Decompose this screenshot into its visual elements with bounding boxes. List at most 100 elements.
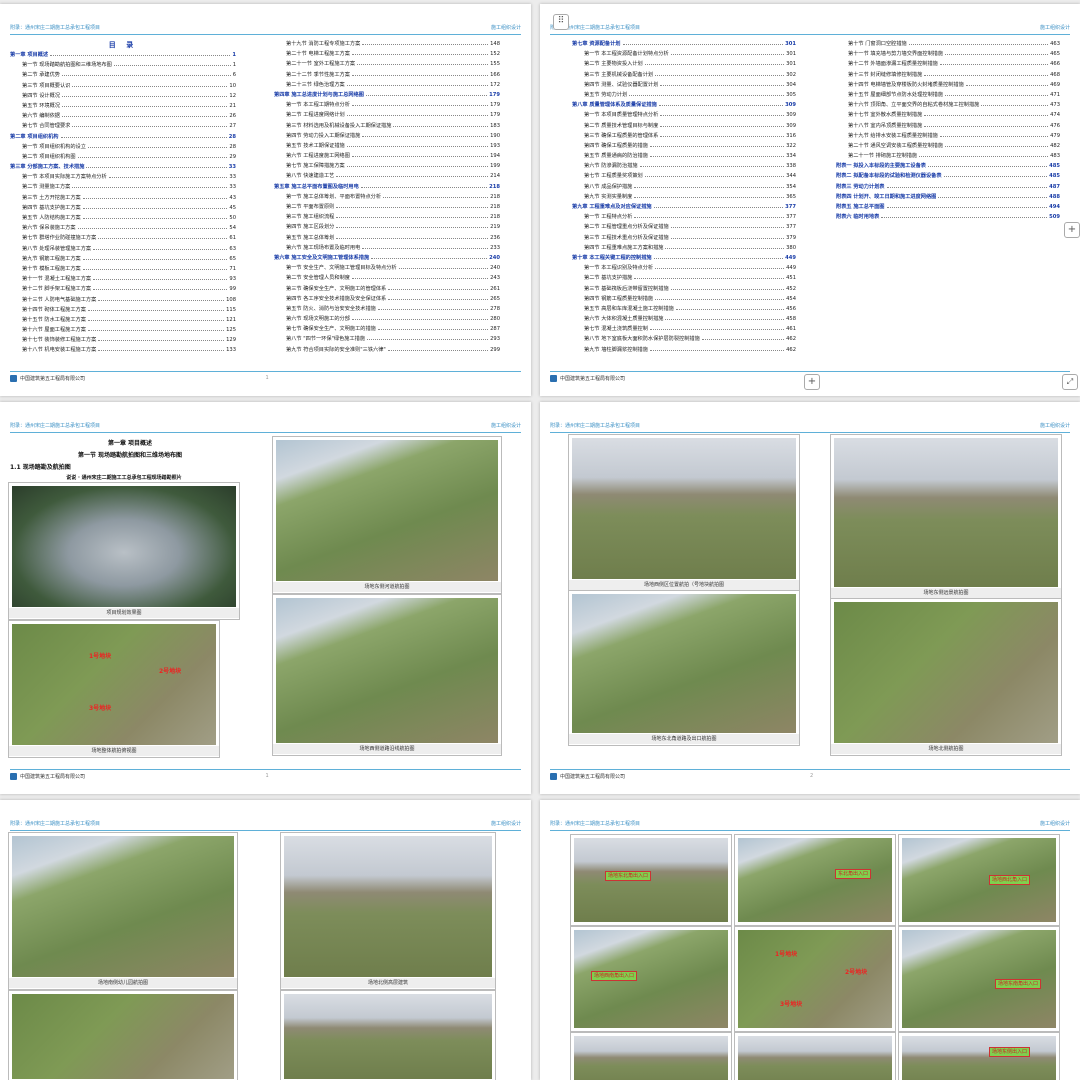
toc-section-entry[interactable]: 第三节 基础筏板后浇带留置控制措施 452 (572, 285, 796, 295)
toc-section-entry[interactable]: 第十七节 室外散水质量控制措施 474 (836, 111, 1060, 121)
toc-section-entry[interactable]: 第九节 墙柱脚漏浆控制措施 462 (572, 346, 796, 356)
toc-section-entry[interactable]: 第八节 地下室底板大面积防水保护层防裂控制措施 462 (572, 335, 796, 345)
toc-section-entry[interactable]: 第五节 高层和车库混凝土施工控制措施 456 (572, 305, 796, 315)
toc-section-entry[interactable]: 第六节 防渗漏防治措施 338 (572, 162, 796, 172)
toc-section-entry[interactable]: 第十四节 电梯墙管及穿楼板防火封堵质量控制措施 469 (836, 81, 1060, 91)
toc-section-entry[interactable]: 第十二节 外墙面渗漏工程质量控制措施 466 (836, 60, 1060, 70)
toc-section-entry[interactable]: 第八节 "四节一环保"绿色施工措施 293 (274, 335, 500, 345)
toc-section-entry[interactable]: 第五节 劳动力计划 305 (572, 91, 796, 101)
toc-section-entry[interactable]: 第一节 工程特点分析 377 (572, 213, 796, 223)
toc-section-entry[interactable]: 第一节 安全生产、文明施工管理目标及特点分析 240 (274, 264, 500, 274)
toc-section-entry[interactable]: 第四节 各工序安全技术措施及安全保证体系 265 (274, 295, 500, 305)
toc-section-entry[interactable]: 第十九节 消防工程专项施工方案 148 (274, 40, 500, 50)
toc-chapter-entry[interactable]: 附表六 临时用地表 509 (836, 213, 1060, 223)
toc-section-entry[interactable]: 第二节 项目组织机构图 29 (10, 153, 236, 163)
toc-section-entry[interactable]: 第八节 处理吊装管理施工方案 63 (10, 245, 236, 255)
toc-section-entry[interactable]: 第二十二节 季节性施工方案 166 (274, 71, 500, 81)
toc-section-entry[interactable]: 第二节 平面布置原则 218 (274, 203, 500, 213)
toc-section-entry[interactable]: 第一节 项目组织机构的设立 28 (10, 143, 236, 153)
toc-section-entry[interactable]: 第三节 工程技术重点分析及保证措施 379 (572, 234, 796, 244)
toc-section-entry[interactable]: 第十七节 装饰装修工程施工方案 129 (10, 336, 236, 346)
toc-section-entry[interactable]: 第二十一节 排砌施工控制措施 483 (836, 152, 1060, 162)
toc-chapter-entry[interactable]: 第十章 本工程关键工程的控制措施 449 (572, 254, 796, 264)
toc-section-entry[interactable]: 第二节 测量施工方案 33 (10, 183, 236, 193)
toc-section-entry[interactable]: 第九节 实测实量制度 365 (572, 193, 796, 203)
toc-section-entry[interactable]: 第五节 人防结构施工方案 50 (10, 214, 236, 224)
toc-section-entry[interactable]: 第二十节 电梯工程施工方案 152 (274, 50, 500, 60)
toc-chapter-entry[interactable]: 第九章 工程重难点及对应保证措施 377 (572, 203, 796, 213)
toc-chapter-entry[interactable]: 附表五 施工总平面图 494 (836, 203, 1060, 213)
toc-section-entry[interactable]: 第二节 主要物资投入计划 301 (572, 60, 796, 70)
toc-section-entry[interactable]: 第十三节 人防电气基础施工方案 108 (10, 296, 236, 306)
toc-section-entry[interactable]: 第二节 安全管理人员和制度 243 (274, 274, 500, 284)
toc-section-entry[interactable]: 第七节 施工保障措施方案 199 (274, 162, 500, 172)
toc-chapter-entry[interactable]: 第二章 项目组织机构 28 (10, 133, 236, 143)
toc-section-entry[interactable]: 第八节 成品保护措施 354 (572, 183, 796, 193)
toc-chapter-entry[interactable]: 第七章 资源配备计划 301 (572, 40, 796, 50)
toc-section-entry[interactable]: 第四节 设计概况 12 (10, 92, 236, 102)
toc-section-entry[interactable]: 第七节 合同管理要求 27 (10, 122, 236, 132)
toc-section-entry[interactable]: 第五节 质量通病的防治措施 334 (572, 152, 796, 162)
toc-section-entry[interactable]: 第二节 工程进度网络计划 179 (274, 111, 500, 121)
toc-section-entry[interactable]: 第七节 工程质量奖项策划 344 (572, 172, 796, 182)
toc-section-entry[interactable]: 第三节 材料选用及机械设备投入工期保证措施 183 (274, 122, 500, 132)
toc-section-entry[interactable]: 第五节 防火、消防与治安安全技术措施 278 (274, 305, 500, 315)
toc-section-entry[interactable]: 第三节 主要机械设备配备计划 302 (572, 71, 796, 81)
toc-chapter-entry[interactable]: 第五章 施工总平面布置图及临时用电 218 (274, 183, 500, 193)
toc-chapter-entry[interactable]: 附表四 计划开、竣工日期和施工进度网络图 488 (836, 193, 1060, 203)
toc-section-entry[interactable]: 第二十一节 室外工程施工方案 155 (274, 60, 500, 70)
toc-section-entry[interactable]: 第三节 确保安全生产、文明施工的管理体系 261 (274, 285, 500, 295)
toc-chapter-entry[interactable]: 附表一 拟投入本标段的主要施工设备表 485 (836, 162, 1060, 172)
toc-section-entry[interactable]: 第一节 本项目实际施工方案特点分析 33 (10, 173, 236, 183)
toc-section-entry[interactable]: 第二节 承建优势 6 (10, 71, 236, 81)
toc-section-entry[interactable]: 第六节 施工现场布置及临时用电 233 (274, 244, 500, 254)
toc-chapter-entry[interactable]: 第八章 质量管理体系及质量保证措施 309 (572, 101, 796, 111)
toc-section-entry[interactable]: 第一节 施工总体筹划、平面布置特点分析 218 (274, 193, 500, 203)
toc-section-entry[interactable]: 第十节 门窗洞口空腔措施 463 (836, 40, 1060, 50)
toc-section-entry[interactable]: 第三节 施工组织流程 218 (274, 213, 500, 223)
toc-chapter-entry[interactable]: 第三章 分部施工方案、技术措施 33 (10, 163, 236, 173)
toc-section-entry[interactable]: 第十八节 室内吊顶质量控制措施 476 (836, 122, 1060, 132)
toc-section-entry[interactable]: 第七节 混凝土浇筑质量控制 461 (572, 325, 796, 335)
toc-section-entry[interactable]: 第二节 质量技术管理目标与制度 309 (572, 122, 796, 132)
toc-section-entry[interactable]: 第十九节 给排水安装工程质量控制措施 479 (836, 132, 1060, 142)
toc-section-entry[interactable]: 第十节 模板工程施工方案 71 (10, 265, 236, 275)
fit-view-button[interactable]: ⤢ (1062, 374, 1078, 390)
toc-section-entry[interactable]: 第十一节 混凝土工程施工方案 93 (10, 275, 236, 285)
add-button[interactable]: + (1064, 222, 1080, 238)
toc-section-entry[interactable]: 第六节 编制依据 26 (10, 112, 236, 122)
toc-section-entry[interactable]: 第十五节 屋面细部节点防水处理控制措施 471 (836, 91, 1060, 101)
toc-section-entry[interactable]: 第三节 项目概要认识 10 (10, 82, 236, 92)
toc-chapter-entry[interactable]: 第一章 项目概述 1 (10, 51, 236, 61)
toc-section-entry[interactable]: 第三节 确保工程质量的管理体系 316 (572, 132, 796, 142)
toc-section-entry[interactable]: 第十六节 屋面工程施工方案 125 (10, 326, 236, 336)
toc-section-entry[interactable]: 第五节 技术工期保证措施 193 (274, 142, 500, 152)
toc-section-entry[interactable]: 第四节 确保工程质量的措施 322 (572, 142, 796, 152)
toc-section-entry[interactable]: 第六节 保吊装施工方案 54 (10, 224, 236, 234)
toc-section-entry[interactable]: 第七节 群塔作业防碰撞施工方案 61 (10, 234, 236, 244)
toc-section-entry[interactable]: 第四节 基坑支护施工方案 45 (10, 204, 236, 214)
toc-section-entry[interactable]: 第十六节 顶阳角、立平面交界的自粘式卷材施工控制措施 473 (836, 101, 1060, 111)
toc-section-entry[interactable]: 第四节 劳动力投入工期保证措施 190 (274, 132, 500, 142)
toc-section-entry[interactable]: 第一节 本工程识别及特点分析 449 (572, 264, 796, 274)
toc-section-entry[interactable]: 第四节 工程重难点施工方案和措施 380 (572, 244, 796, 254)
toc-section-entry[interactable]: 第九节 钢筋工程施工方案 65 (10, 255, 236, 265)
toc-section-entry[interactable]: 第四节 测量、试验仪器配置计划 304 (572, 81, 796, 91)
toc-section-entry[interactable]: 第十三节 封闭缝修填修控制措施 468 (836, 71, 1060, 81)
toc-section-entry[interactable]: 第二节 工程管理重点分析及保证措施 377 (572, 223, 796, 233)
toc-section-entry[interactable]: 第二十节 通风空调安装工程质量控制措施 482 (836, 142, 1060, 152)
toc-section-entry[interactable]: 第七节 确保安全生产、文明施工的措施 287 (274, 325, 500, 335)
toc-section-entry[interactable]: 第十八节 机电安装工程施工方案 133 (10, 346, 236, 356)
toc-section-entry[interactable]: 第十一节 填充墙与剪力墙交界面控制措施 465 (836, 50, 1060, 60)
toc-chapter-entry[interactable]: 附表二 拟配备本标段的试验和检测仪器设备表 485 (836, 172, 1060, 182)
toc-section-entry[interactable]: 第二十三节 绿色治理方案 172 (274, 81, 500, 91)
toc-section-entry[interactable]: 第一节 本项目质量管理特点分析 309 (572, 111, 796, 121)
add-page-button[interactable]: + (804, 374, 820, 390)
toc-section-entry[interactable]: 第四节 施工区段划分 219 (274, 223, 500, 233)
toc-chapter-entry[interactable]: 第四章 施工总进度计划与施工总网络图 179 (274, 91, 500, 101)
toc-section-entry[interactable]: 第九节 符合项目实际的安全准则"三铁六律" 299 (274, 346, 500, 356)
toc-section-entry[interactable]: 第三节 土方开挖施工方案 43 (10, 194, 236, 204)
toc-section-entry[interactable]: 第十四节 砌体工程施工方案 115 (10, 306, 236, 316)
toc-section-entry[interactable]: 第六节 现场文明施工的分部 280 (274, 315, 500, 325)
toc-chapter-entry[interactable]: 第六章 施工安全及文明施工管理体系措施 240 (274, 254, 500, 264)
